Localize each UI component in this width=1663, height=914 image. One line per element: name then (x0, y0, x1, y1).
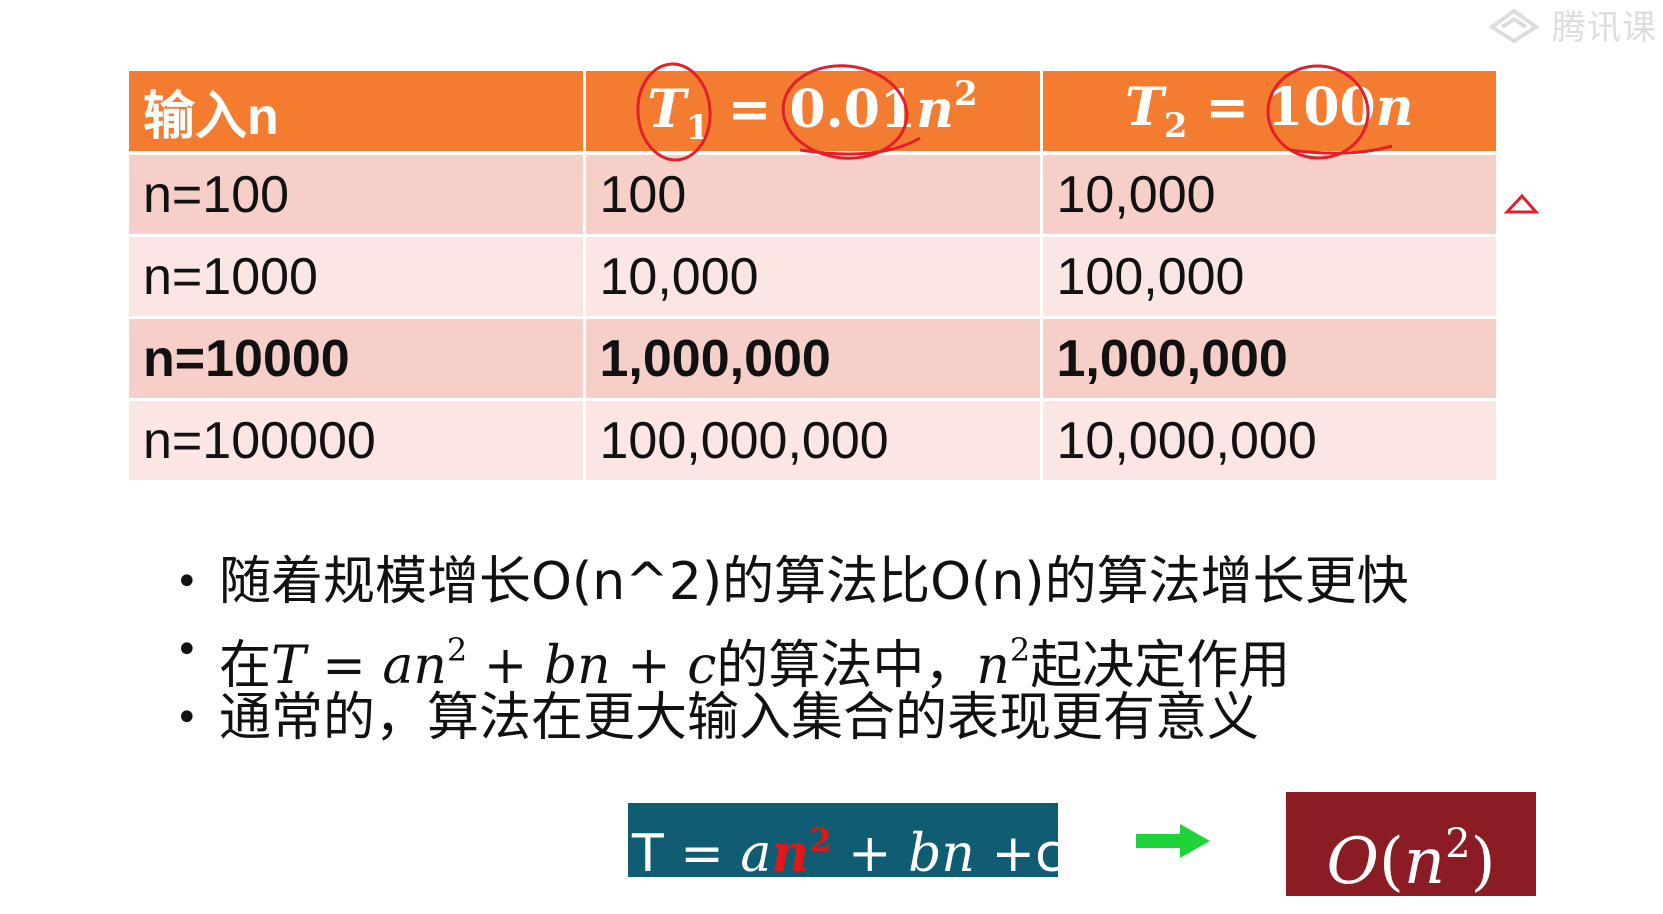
watermark: 腾讯课 (1484, 0, 1657, 49)
table-header-row: 输入n T1 = 0.01n2 T2 = 100n (129, 71, 1496, 155)
cell-t1: 1,000,000 (584, 317, 1043, 401)
tencent-classroom-logo-icon (1488, 8, 1540, 43)
triangle-mark-icon (1503, 193, 1540, 214)
cell-t2: 10,000 (1041, 153, 1496, 237)
bullet-dot-icon: • (175, 695, 199, 741)
watermark-text: 腾讯课 (1552, 8, 1657, 48)
right-arrow-icon (1136, 824, 1210, 858)
bullet-item: • 通常的，算法在更大输入集合的表现更有意义 (175, 684, 1409, 752)
header-input-n: 输入n (129, 71, 586, 155)
cell-input: n=100000 (129, 399, 586, 483)
cell-input: n=1000 (129, 235, 586, 319)
bullet-text: 通常的，算法在更大输入集合的表现更有意义 (219, 688, 1260, 748)
big-o-result-box: O(n2) (1286, 792, 1536, 899)
cell-t2: 100,000 (1041, 235, 1496, 319)
bullet-dot-icon: • (175, 627, 199, 673)
header-t2-formula: T2 = 100n (1041, 71, 1496, 155)
table-row: n=100 100 10,000 (129, 153, 1496, 237)
table-row-highlighted: n=10000 1,000,000 1,000,000 (129, 317, 1496, 401)
bullet-item: • 在T = an2 + bn + c的算法中，n2起决定作用 (175, 616, 1409, 696)
bullet-text: 随着规模增长O(n^2)的算法比O(n)的算法增长更快 (219, 552, 1409, 612)
cell-t1: 100 (584, 153, 1043, 237)
cell-input: n=100 (129, 153, 586, 237)
cell-t2: 1,000,000 (1041, 317, 1496, 401)
formula-box: T = an2 + bn +c (628, 803, 1064, 884)
cell-t1: 10,000 (584, 235, 1043, 319)
cell-t1: 100,000,000 (584, 399, 1043, 483)
table-row: n=100000 100,000,000 10,000,000 (129, 399, 1496, 483)
complexity-table: 输入n T1 = 0.01n2 T2 = 100n n=100 100 10,0… (129, 71, 1496, 483)
cell-input: n=10000 (129, 317, 586, 401)
bullet-list: • 随着规模增长O(n^2)的算法比O(n)的算法增长更快 • 在T = an2 +… (175, 548, 1409, 752)
header-t1-formula: T1 = 0.01n2 (584, 71, 1043, 155)
cell-t2: 10,000,000 (1041, 399, 1496, 483)
bullet-dot-icon: • (175, 559, 199, 605)
table-row: n=1000 10,000 100,000 (129, 235, 1496, 319)
bullet-item: • 随着规模增长O(n^2)的算法比O(n)的算法增长更快 (175, 548, 1409, 616)
